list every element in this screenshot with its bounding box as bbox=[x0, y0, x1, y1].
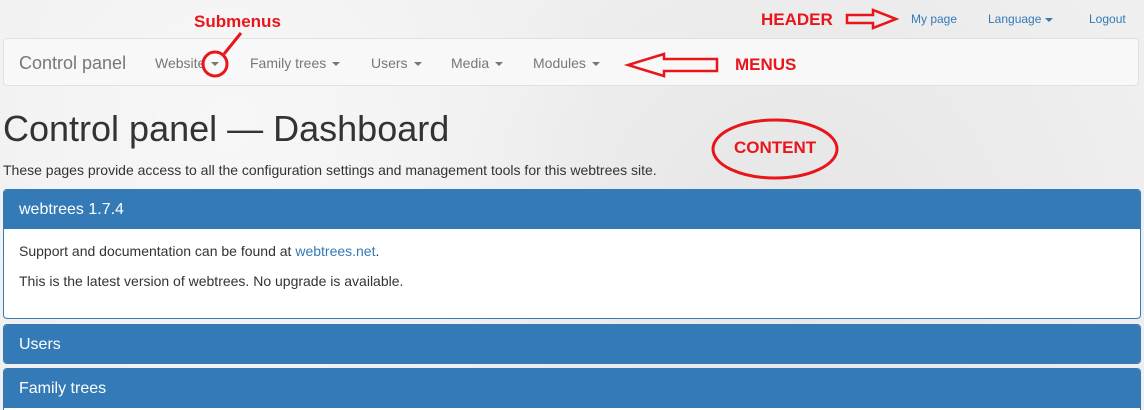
family-trees-panel: Family trees bbox=[3, 368, 1141, 410]
nav-website[interactable]: Website bbox=[155, 55, 220, 71]
nav-family-trees-label: Family trees bbox=[250, 55, 327, 71]
chevron-down-icon bbox=[1045, 17, 1054, 22]
nav-users[interactable]: Users bbox=[371, 55, 422, 71]
users-panel: Users bbox=[3, 324, 1141, 364]
main-navbar: Control panel Website Family trees Users… bbox=[3, 38, 1139, 86]
nav-website-label: Website bbox=[155, 55, 206, 71]
nav-users-label: Users bbox=[371, 55, 408, 71]
support-text: Support and documentation can be found a… bbox=[19, 241, 1125, 261]
support-prefix: Support and documentation can be found a… bbox=[19, 243, 296, 259]
nav-family-trees[interactable]: Family trees bbox=[250, 55, 341, 71]
navbar-brand[interactable]: Control panel bbox=[19, 53, 126, 74]
chevron-down-icon bbox=[591, 62, 600, 67]
language-label: Language bbox=[988, 12, 1042, 26]
version-panel: webtrees 1.7.4 Support and documentation… bbox=[3, 189, 1141, 319]
version-panel-body: Support and documentation can be found a… bbox=[4, 229, 1140, 303]
support-suffix: . bbox=[375, 243, 380, 259]
chevron-down-icon bbox=[332, 62, 341, 67]
nav-media-label: Media bbox=[451, 55, 490, 71]
nav-modules-label: Modules bbox=[533, 55, 586, 71]
upgrade-status: This is the latest version of webtrees. … bbox=[19, 273, 404, 289]
intro-text: These pages provide access to all the co… bbox=[3, 162, 657, 178]
chevron-down-icon bbox=[495, 62, 504, 67]
my-page-link[interactable]: My page bbox=[911, 12, 957, 26]
header-arrow-icon bbox=[845, 8, 900, 30]
submenus-annotation: Submenus bbox=[194, 12, 281, 31]
chevron-down-icon bbox=[211, 62, 220, 67]
nav-modules[interactable]: Modules bbox=[533, 55, 600, 71]
users-panel-heading[interactable]: Users bbox=[4, 325, 1140, 363]
page-title: Control panel — Dashboard bbox=[3, 108, 450, 149]
webtrees-net-link[interactable]: webtrees.net bbox=[295, 243, 375, 259]
version-panel-heading[interactable]: webtrees 1.7.4 bbox=[4, 190, 1140, 229]
chevron-down-icon bbox=[413, 62, 422, 67]
menus-annotation: MENUS bbox=[735, 55, 797, 74]
content-annotation: CONTENT bbox=[734, 138, 817, 157]
logout-link[interactable]: Logout bbox=[1089, 12, 1126, 26]
header-annotation: HEADER bbox=[761, 10, 833, 29]
family-trees-panel-heading[interactable]: Family trees bbox=[4, 369, 1140, 408]
nav-media[interactable]: Media bbox=[451, 55, 504, 71]
language-menu[interactable]: Language bbox=[988, 12, 1054, 26]
